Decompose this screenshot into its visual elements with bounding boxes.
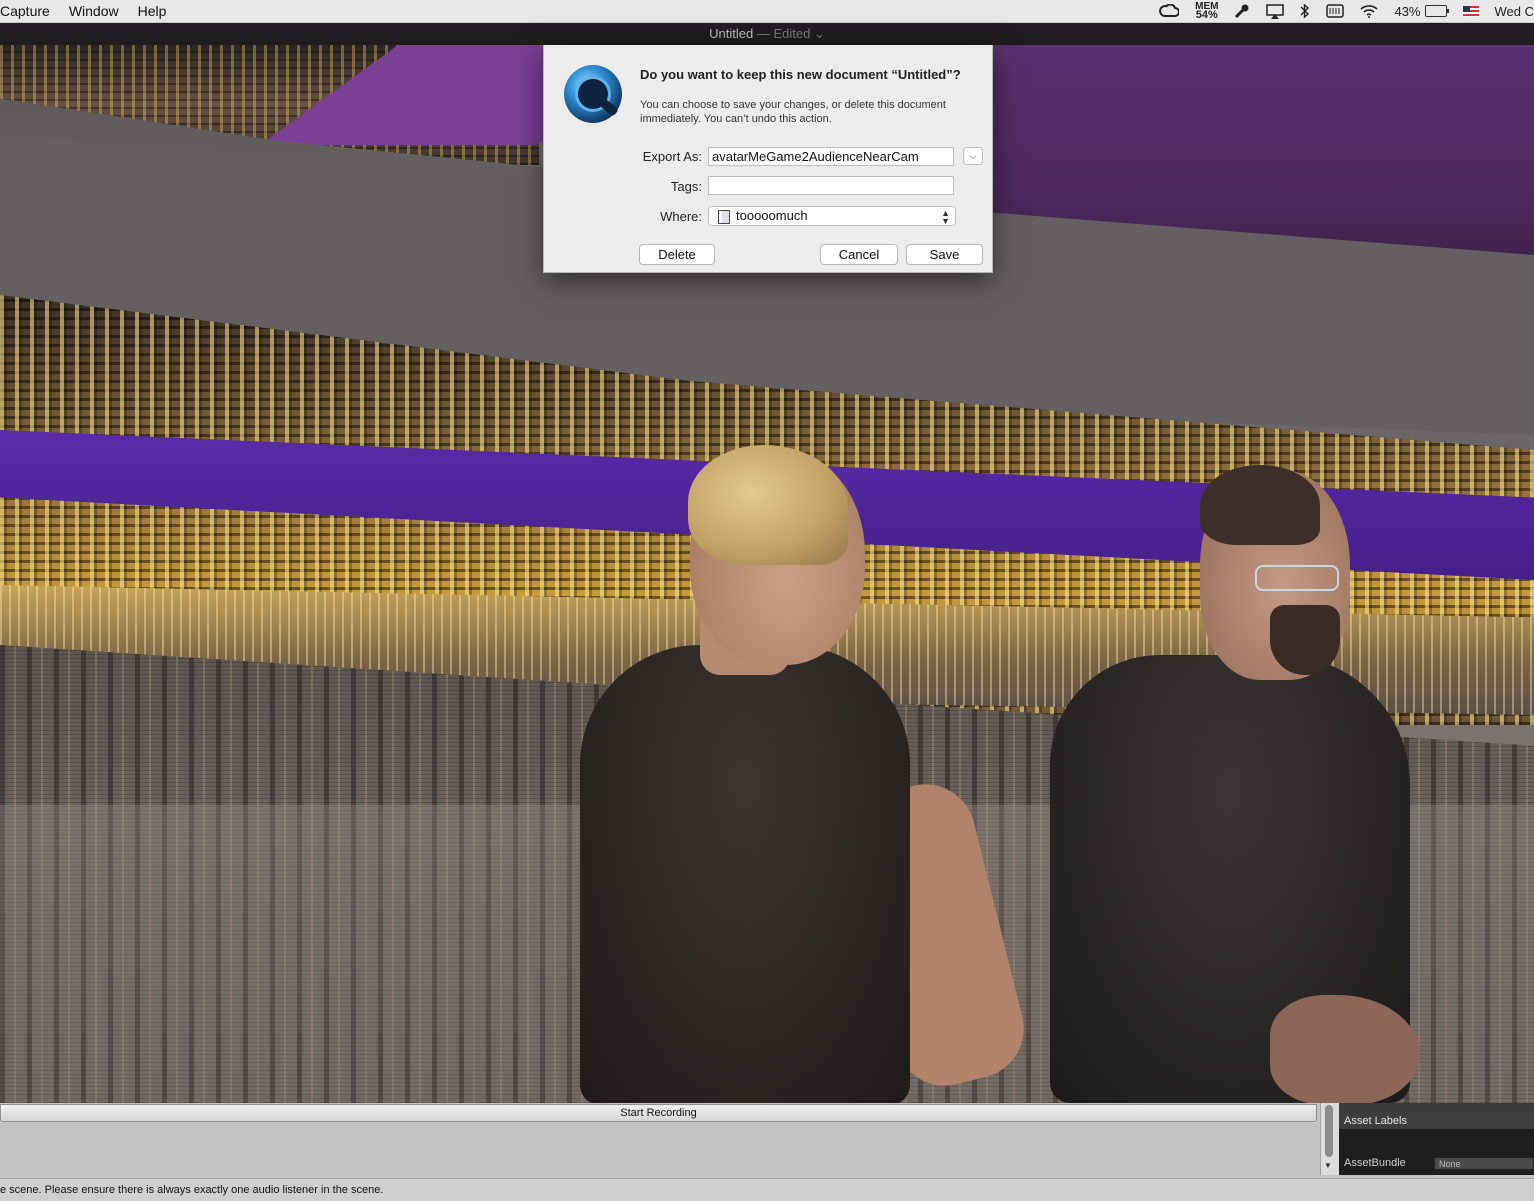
man-avatar-beard (1270, 605, 1340, 675)
window-title: Untitled (709, 26, 753, 41)
input-source-flag-icon[interactable] (1463, 6, 1479, 17)
delete-button[interactable]: Delete (639, 244, 715, 265)
menu-help[interactable]: Help (138, 0, 167, 22)
console-area (0, 1123, 1320, 1181)
dialog-message: You can choose to save your changes, or … (640, 98, 980, 126)
man-avatar-hair (1200, 465, 1320, 545)
editor-bottom-panel: Start Recording ▼ Asset Labels AssetBund… (0, 1103, 1534, 1200)
memory-value: 54% (1196, 11, 1218, 20)
status-bar-message[interactable]: e scene. Please ensure there is always e… (0, 1178, 1534, 1201)
assetbundle-label: AssetBundle (1344, 1157, 1406, 1169)
dialog-title: Do you want to keep this new document “U… (640, 67, 961, 82)
where-select[interactable]: tooooomuch ▲▼ (708, 206, 956, 226)
menu-capture[interactable]: Capture (0, 0, 50, 22)
creative-cloud-icon[interactable] (1159, 4, 1179, 18)
expand-chevron-icon[interactable]: ⌵ (963, 147, 983, 165)
woman-avatar-hair (688, 445, 848, 565)
woman-avatar-body (580, 645, 910, 1103)
battery-status[interactable]: 43% (1394, 4, 1446, 19)
export-as-field[interactable]: avatarMeGame2AudienceNearCam (708, 147, 954, 166)
airplay-icon[interactable] (1266, 4, 1284, 19)
battery-icon (1425, 5, 1447, 17)
up-down-chevron-icon: ▲▼ (941, 207, 950, 225)
where-label: Where: (660, 209, 702, 224)
bluetooth-icon[interactable] (1300, 3, 1310, 19)
status-menus: MEM 54% 43% Wed C (1143, 0, 1534, 22)
scroll-thumb[interactable] (1325, 1105, 1333, 1157)
app-menus: Capture Window Help (0, 0, 185, 22)
panel-scrollbar[interactable]: ▼ (1320, 1103, 1339, 1175)
man-avatar-glasses (1255, 565, 1339, 591)
quicktime-icon (564, 65, 622, 123)
window-title-bar[interactable]: Untitled — Edited ⌄ (0, 23, 1534, 46)
title-chevron-icon[interactable]: ⌄ (814, 26, 825, 41)
cancel-button[interactable]: Cancel (820, 244, 898, 265)
start-recording-button[interactable]: Start Recording (0, 1104, 1317, 1122)
save-button[interactable]: Save (906, 244, 983, 265)
export-as-label: Export As: (643, 149, 702, 164)
save-document-dialog: Do you want to keep this new document “U… (543, 45, 993, 273)
wifi-icon[interactable] (1360, 4, 1378, 18)
window-edited-suffix: — Edited (753, 26, 810, 41)
clock[interactable]: Wed C (1495, 4, 1534, 19)
asset-labels-header[interactable]: Asset Labels (1339, 1113, 1534, 1129)
memory-monitor[interactable]: MEM 54% (1195, 2, 1218, 20)
keychain-icon[interactable] (1234, 3, 1250, 19)
menu-window[interactable]: Window (69, 0, 119, 22)
assetbundle-select[interactable]: None (1434, 1157, 1534, 1170)
menu-bar: Capture Window Help MEM 54% 43% (0, 0, 1534, 23)
inspector-panel: Asset Labels AssetBundle None (1339, 1103, 1534, 1175)
display-icon[interactable] (1326, 4, 1344, 18)
tags-field[interactable] (708, 176, 954, 195)
tags-label: Tags: (671, 179, 702, 194)
scroll-down-arrow-icon[interactable]: ▼ (1324, 1161, 1332, 1170)
battery-percent: 43% (1394, 4, 1420, 19)
folder-icon (718, 210, 730, 224)
where-value: tooooomuch (736, 208, 808, 223)
